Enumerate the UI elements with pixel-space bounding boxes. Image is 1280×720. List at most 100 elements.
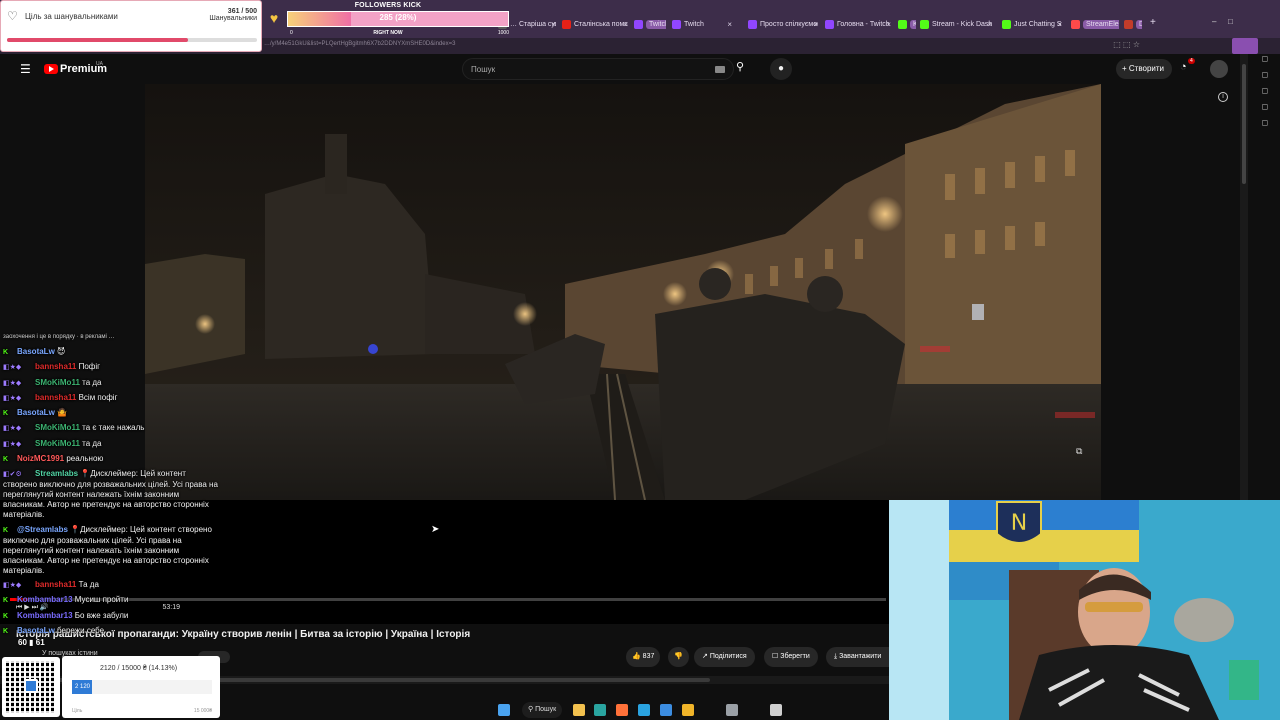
chat-text: Пофіг — [76, 362, 101, 372]
chat-message: K BasotaLw 😈 — [3, 347, 218, 358]
taskbar-search[interactable]: ⚲ Пошук — [522, 702, 563, 718]
chat-badges: K — [3, 349, 9, 356]
chat-text: 😈 — [54, 347, 66, 356]
tab-close-icon[interactable]: × — [623, 17, 628, 32]
browser-tab[interactable]: Просто спілкуємос × — [746, 17, 818, 32]
dislike-button[interactable]: 👎 — [668, 647, 689, 667]
tab-close-icon[interactable]: × — [813, 17, 818, 32]
tab-favicon-icon — [1002, 20, 1011, 29]
chat-text: реальною — [64, 454, 104, 464]
share-button[interactable]: ↗ Поділитися — [694, 647, 755, 667]
search-input[interactable] — [471, 63, 701, 76]
video-frame[interactable] — [145, 84, 1101, 500]
vscode-icon[interactable] — [660, 704, 672, 716]
tab-close-icon[interactable]: × — [886, 17, 891, 32]
side-panel-icon[interactable]: ◻ — [1250, 118, 1280, 134]
chat-text: та є таке нажаль — [79, 423, 145, 433]
miniplayer-icon[interactable]: ⧉ — [1076, 446, 1082, 457]
create-button[interactable]: + Створити — [1116, 59, 1173, 79]
browser-tab[interactable]: TwitchTV — [632, 17, 666, 32]
download-button[interactable]: ⤓ Завантажити — [826, 647, 890, 667]
chat-badges: K — [3, 627, 9, 635]
obs-icon[interactable] — [770, 704, 782, 716]
settings-icon[interactable] — [726, 704, 738, 716]
tab-label: Twitch — [684, 21, 704, 28]
tab-close-icon[interactable]: × — [727, 17, 732, 32]
tab-favicon-icon — [1071, 20, 1080, 29]
avatar[interactable] — [1210, 60, 1228, 78]
tab-favicon-icon — [634, 20, 643, 29]
chat-overlay: K BasotaLw 😈 ◧★◆ bannsha11 Пофіг ◧★◆ SMoKiMo1… — [3, 347, 218, 641]
browser-tab[interactable]: KICK — [896, 17, 916, 32]
chat-text: 🤷 — [54, 408, 67, 418]
browser-tab[interactable]: Головна - Twitch × — [823, 17, 891, 32]
firefox-icon[interactable] — [616, 704, 628, 716]
keyboard-icon[interactable] — [715, 66, 725, 73]
chat-badges: K — [3, 410, 9, 418]
follower-goal-fill — [7, 38, 188, 42]
search-icon[interactable]: ⚲ — [736, 60, 744, 73]
tab-close-icon[interactable]: × — [987, 17, 992, 32]
browser-tab[interactable]: Dota2 — [1122, 17, 1142, 32]
chat-text: та да — [79, 377, 102, 387]
menu-icon[interactable]: ☰ — [20, 62, 31, 76]
chat-text: бережи себе — [54, 625, 105, 635]
chat-username: bannsha11 — [35, 392, 77, 402]
telegram-icon[interactable] — [638, 704, 650, 716]
taskbar-search-label: Пошук — [535, 706, 557, 713]
browser-tab[interactable]: Just Chatting Strea× — [1000, 17, 1062, 32]
save-button[interactable]: ☐ Зберегти — [764, 647, 818, 667]
tab-label: Сталінська помста — [574, 21, 628, 28]
tab-favicon-icon — [748, 20, 757, 29]
extensions-button[interactable] — [1232, 38, 1258, 54]
browser-tab[interactable]: Twitch × — [670, 17, 732, 32]
tab-close-icon[interactable]: × — [551, 17, 556, 32]
chat-username: bannsha11 — [35, 362, 77, 372]
file-explorer-icon[interactable] — [573, 704, 585, 716]
tab-label: Dota2 — [1136, 20, 1142, 29]
follower-goal-value: 361 / 500 — [227, 8, 257, 15]
tab-favicon-icon — [562, 20, 571, 29]
chat-username: bannsha11 — [35, 579, 77, 589]
side-panel-icon[interactable]: ◻ — [1250, 86, 1280, 102]
youtube-logo-icon[interactable] — [44, 64, 58, 74]
chat-message: K Kombambar13 Мусиш пройти — [3, 595, 218, 606]
like-button[interactable]: 👍 837 — [626, 647, 661, 667]
kick-title: FOLLOWERS KICK — [354, 2, 422, 9]
notifications-badge: 4 — [1188, 58, 1195, 64]
info-icon[interactable]: i — [1218, 92, 1228, 102]
chrome-icon[interactable] — [682, 704, 694, 716]
plus-icon: + — [1122, 64, 1127, 73]
chat-message: ◧★◆ SMoKiMo11 та да — [3, 378, 218, 389]
chat-cut-message: заохочення і це в порядку · в рекламі … — [3, 334, 115, 340]
download-icon: ⤓ — [834, 653, 838, 660]
edge-icon[interactable] — [594, 704, 606, 716]
windows-start-icon[interactable] — [498, 704, 510, 716]
tab-close-icon[interactable]: × — [1057, 17, 1062, 32]
url-text[interactable]: …/y/M4e51GkU&list=PLQertHgBgitmh6X7b2DDN… — [264, 41, 455, 47]
share-icon: ↗ — [702, 653, 708, 660]
microphone-icon[interactable]: ● — [770, 58, 792, 80]
side-panel-icon[interactable]: ◻ — [1250, 102, 1280, 118]
tab-label: TwitchTV — [646, 20, 666, 29]
chat-text: Бо вже забули — [72, 610, 129, 620]
notifications-icon[interactable]: ◔ — [1180, 61, 1187, 73]
chat-message: K Kombambar13 Бо вже забули — [3, 611, 218, 622]
search-box[interactable] — [462, 58, 734, 80]
minimize-button[interactable]: – — [1212, 17, 1216, 26]
url-bar-icons[interactable]: ⬚ ⬚ ☆ — [1113, 40, 1140, 49]
tab-label: Просто спілкуємос — [760, 21, 818, 28]
side-panel-icon[interactable]: ◻ — [1250, 54, 1280, 70]
browser-tab[interactable]: Stream - Kick Dash × — [918, 17, 992, 32]
side-panel-icon[interactable]: ◻ — [1250, 70, 1280, 86]
tab-favicon-icon — [672, 20, 681, 29]
tab-favicon-icon — [825, 20, 834, 29]
browser-tab[interactable]: Сталінська помста× — [560, 17, 628, 32]
scrollbar-thumb[interactable] — [1242, 64, 1246, 184]
maximize-button[interactable]: □ — [1228, 17, 1233, 26]
browser-tab[interactable]: StreamElements — [1069, 17, 1119, 32]
new-tab-button[interactable]: + — [1150, 17, 1156, 28]
chat-message: ◧★◆ bannsha11 Та да — [3, 580, 218, 591]
donation-goal-text: 2120 / 15000 ₴ (14.13%) — [100, 665, 178, 672]
chat-message: ◧✔⚙ Streamlabs 📍Дисклеймер: Цей контент с… — [3, 469, 218, 520]
